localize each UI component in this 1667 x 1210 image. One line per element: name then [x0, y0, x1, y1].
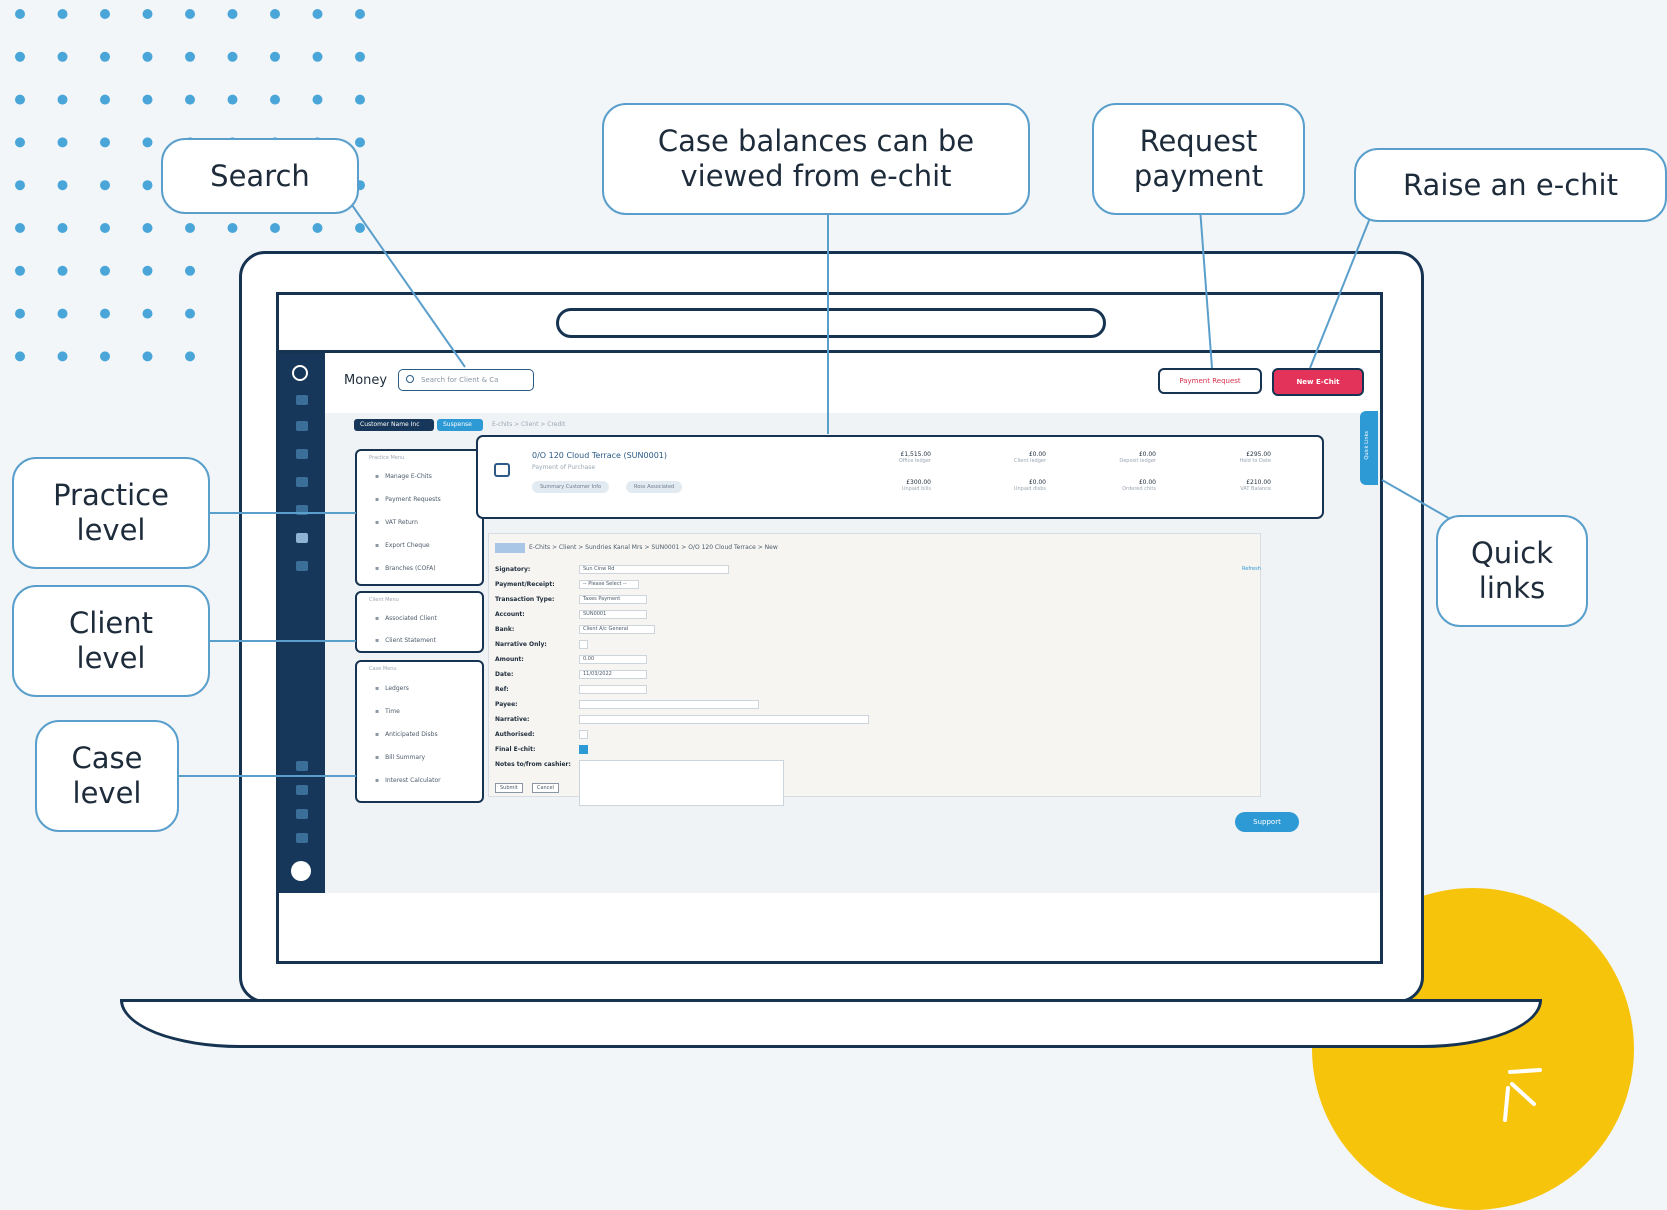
callout-raise-echit: Raise an e-chit	[1354, 148, 1667, 222]
callout-case-balances: Case balances can be viewed from e-chit	[602, 103, 1030, 215]
callout-practice-level: Practice level	[12, 457, 210, 569]
callout-case-level: Case level	[35, 720, 179, 832]
callout-request-payment: Request payment	[1092, 103, 1305, 215]
callout-client-level: Client level	[12, 585, 210, 697]
callout-search: Search	[161, 138, 359, 214]
callout-quick-links: Quick links	[1436, 515, 1588, 627]
